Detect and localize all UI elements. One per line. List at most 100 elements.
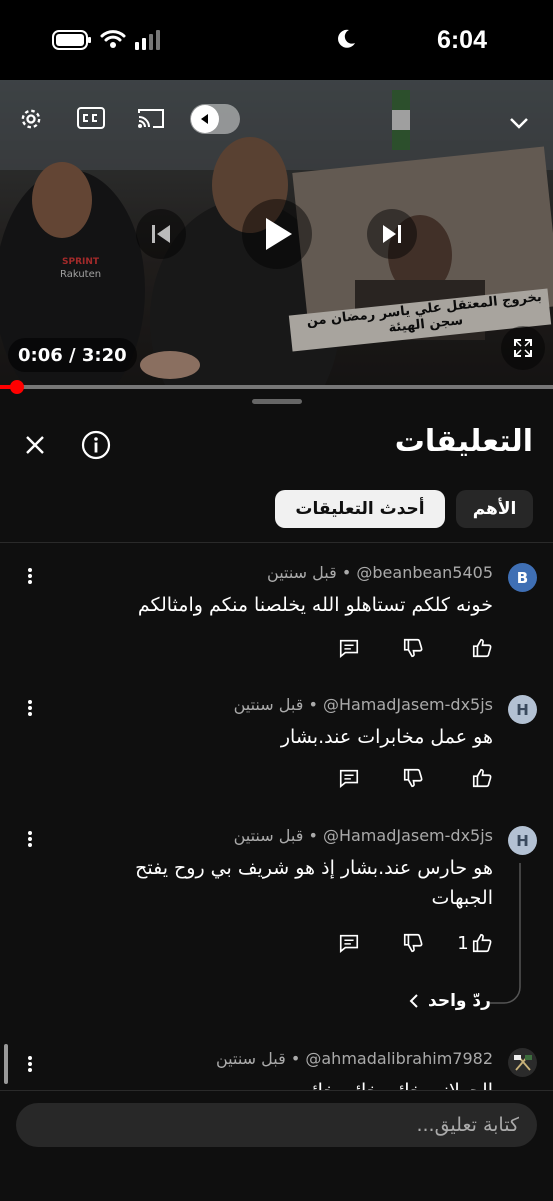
meta-separator: • <box>308 695 318 714</box>
like-button[interactable] <box>468 634 496 662</box>
reply-button[interactable] <box>335 634 363 662</box>
comment-age: قبل سنتين <box>233 826 304 845</box>
chip-newest-comments[interactable]: أحدث التعليقات <box>275 490 445 528</box>
comment-item: B @beanbean5405 • قبل سنتين خونه كلكم تس… <box>0 560 553 670</box>
thumbs-down-icon <box>403 768 423 788</box>
avatar[interactable] <box>508 1048 537 1077</box>
comment-input[interactable] <box>16 1103 537 1147</box>
comment-age: قبل سنتين <box>216 1049 286 1068</box>
view-replies-button[interactable]: ردّ واحد <box>408 991 491 1011</box>
comment-author[interactable]: @HamadJasem-dx5js <box>323 695 493 714</box>
thumbs-up-icon <box>472 933 492 953</box>
chip-top-comments[interactable]: الأهم <box>456 490 533 528</box>
meta-separator: • <box>308 826 318 845</box>
thumbs-down-icon <box>403 638 423 658</box>
fullscreen-button[interactable] <box>501 326 545 370</box>
play-button[interactable] <box>242 199 312 269</box>
gear-icon <box>21 109 41 129</box>
thumbs-up-icon <box>472 638 492 658</box>
avatar[interactable]: H <box>508 826 537 855</box>
signal-icon <box>135 30 160 50</box>
autoplay-toggle[interactable] <box>190 104 240 134</box>
comment-menu-button[interactable] <box>22 566 38 588</box>
reply-icon <box>339 639 359 658</box>
comment-menu-button[interactable] <box>22 1054 38 1076</box>
comment-item: H @HamadJasem-dx5js • قبل سنتين هو حارس … <box>0 823 553 1023</box>
avatar-letter: B <box>516 568 529 587</box>
reply-icon <box>339 934 359 953</box>
status-bar: 6:04 <box>0 0 553 80</box>
seek-bar-handle[interactable] <box>9 380 24 394</box>
chevron-down-icon <box>510 118 528 129</box>
comment-text: هو عمل مخابرات عند.بشار <box>280 726 493 748</box>
reply-button[interactable] <box>335 929 363 957</box>
header-divider <box>0 542 553 543</box>
reply-button[interactable] <box>335 764 363 792</box>
comment-meta: @HamadJasem-dx5js • قبل سنتين <box>234 826 493 845</box>
cast-button[interactable] <box>136 106 166 130</box>
video-player[interactable]: بخروج المعتقل علي ياسر رمضان من سجن الهي… <box>0 80 553 387</box>
comments-title: التعليقات <box>394 424 533 459</box>
avatar[interactable]: B <box>508 563 537 592</box>
close-button[interactable] <box>20 430 50 460</box>
status-time: 6:04 <box>436 26 487 54</box>
previous-button[interactable] <box>136 209 186 259</box>
reply-icon <box>339 769 359 788</box>
scroll-indicator <box>4 1044 8 1084</box>
avatar-letter: H <box>516 700 529 719</box>
thumbs-down-icon <box>403 933 423 953</box>
comment-author[interactable]: @HamadJasem-dx5js <box>323 826 493 845</box>
comment-meta: @ahmadalibrahim7982 • قبل سنتين <box>216 1049 493 1068</box>
comment-text: الجولاني خائن خائن خائن <box>73 1076 493 1090</box>
like-button[interactable] <box>468 764 496 792</box>
comment-age: قبل سنتين <box>267 563 337 582</box>
meta-separator: • <box>290 1049 301 1068</box>
info-button[interactable] <box>80 429 112 461</box>
settings-button[interactable] <box>14 102 48 136</box>
sheet-drag-handle[interactable] <box>252 399 302 404</box>
dislike-button[interactable] <box>399 929 427 957</box>
comment-text: خونه كلكم تستاهلو الله يخلصنا منكم وامثا… <box>137 594 493 616</box>
avatar[interactable]: H <box>508 695 537 724</box>
cc-icon <box>77 107 105 129</box>
comment-item: @ahmadalibrahim7982 • قبل سنتين الجولاني… <box>0 1044 553 1090</box>
cast-icon <box>138 109 164 128</box>
like-count: 1 <box>457 932 469 954</box>
chip-top-label: الأهم <box>472 499 517 519</box>
comment-text: هو حارس عند.بشار إذ هو شريف بي روح يفتح … <box>135 857 493 909</box>
crossed-flags-icon <box>513 1054 532 1071</box>
dislike-button[interactable] <box>399 634 427 662</box>
dislike-button[interactable] <box>399 764 427 792</box>
captions-button[interactable] <box>76 106 106 130</box>
autoplay-knob <box>191 105 219 133</box>
moon-icon <box>338 29 355 48</box>
comment-author[interactable]: @beanbean5405 <box>356 563 493 582</box>
seek-bar[interactable] <box>0 380 553 394</box>
view-replies-label: ردّ واحد <box>428 991 491 1011</box>
comment-item: H @HamadJasem-dx5js • قبل سنتين هو عمل م… <box>0 692 553 802</box>
time-display-text: 0:06 / 3:20 <box>18 344 127 366</box>
comment-menu-button[interactable] <box>22 829 38 851</box>
comment-age: قبل سنتين <box>233 695 304 714</box>
chip-newest-label: أحدث التعليقات <box>295 499 425 519</box>
comment-author[interactable]: @ahmadalibrahim7982 <box>305 1049 493 1068</box>
comment-composer <box>0 1090 553 1201</box>
wifi-icon <box>100 30 126 48</box>
comment-meta: @beanbean5405 • قبل سنتين <box>267 563 493 582</box>
fullscreen-icon <box>514 339 532 357</box>
play-icon <box>266 218 292 250</box>
info-icon <box>81 430 111 460</box>
meta-separator: • <box>341 563 352 582</box>
play-small-icon <box>201 114 208 124</box>
avatar-letter: H <box>516 831 529 850</box>
next-button[interactable] <box>367 209 417 259</box>
chevron-left-icon <box>409 994 418 1008</box>
time-display: 0:06 / 3:20 <box>8 338 137 372</box>
comment-menu-button[interactable] <box>22 698 38 720</box>
skip-previous-icon <box>152 225 170 243</box>
collapse-button[interactable] <box>504 110 534 136</box>
like-button[interactable]: 1 <box>454 929 496 957</box>
comment-meta: @HamadJasem-dx5js • قبل سنتين <box>234 695 493 714</box>
close-icon <box>26 436 44 454</box>
skip-next-icon <box>383 225 401 243</box>
